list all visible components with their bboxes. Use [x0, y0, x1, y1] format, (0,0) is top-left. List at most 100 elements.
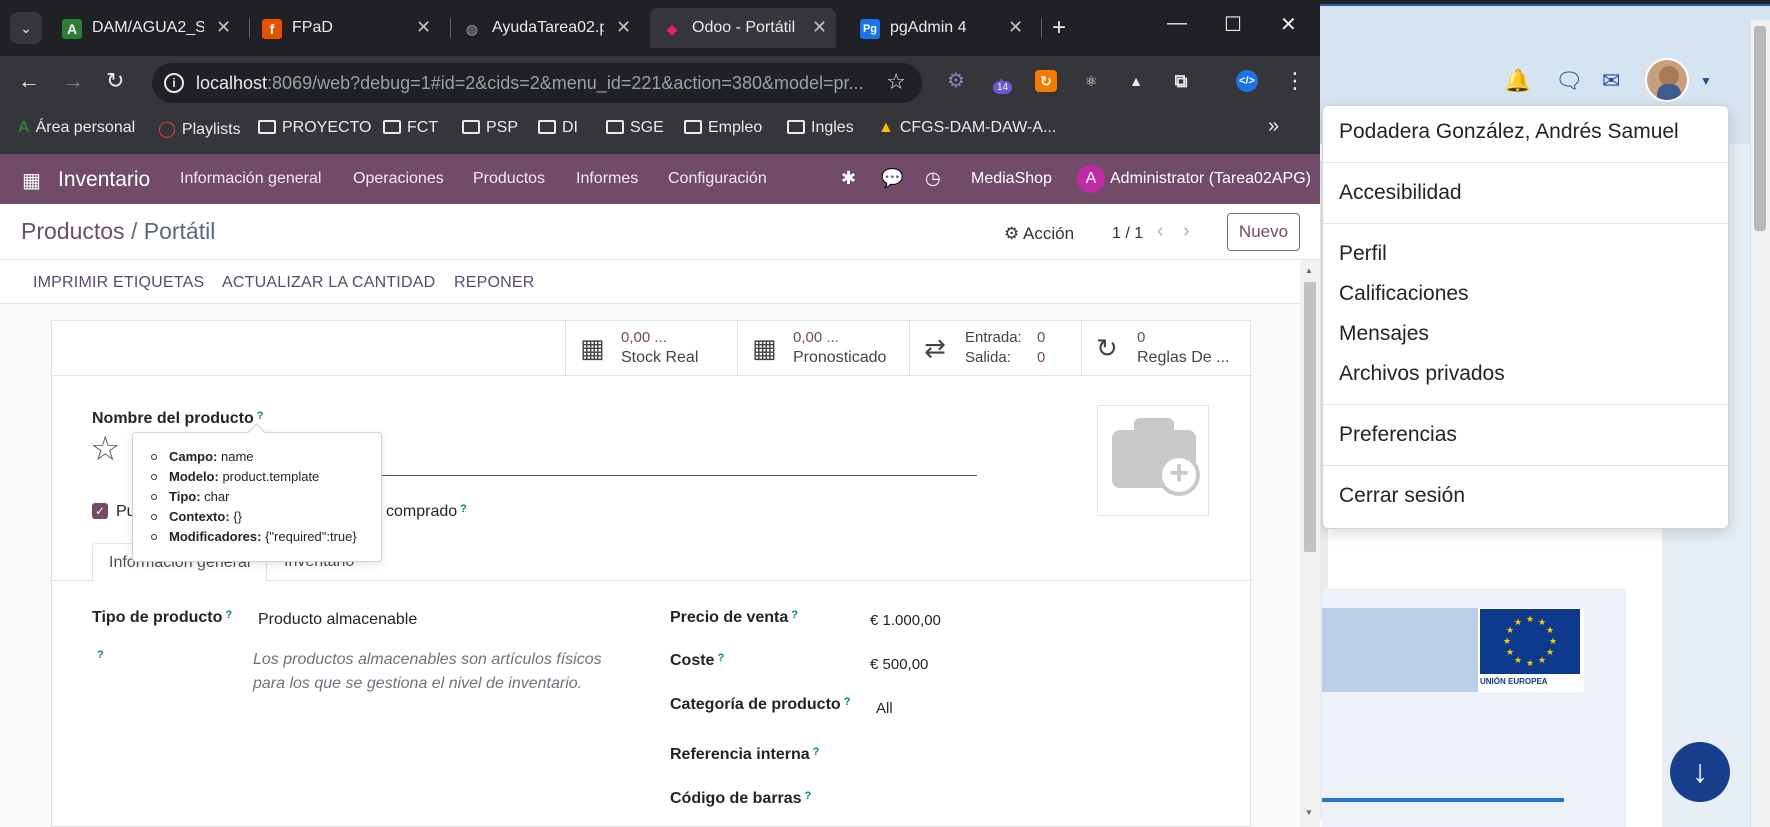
stat-button-in-out[interactable]: ⇄ Entrada: 0 Salida: 0	[909, 321, 1081, 375]
stat-button-on-hand[interactable]: ▦ 0,00 ... Stock Real	[565, 321, 737, 375]
puzzle-extensions-icon[interactable]: ⧉	[1170, 70, 1192, 92]
apps-grid-icon[interactable]: ▦	[22, 168, 41, 193]
back-icon[interactable]: ←	[18, 68, 40, 94]
maximize-icon[interactable]: ☐	[1224, 12, 1242, 37]
stat-button-reorder-rules[interactable]: ↻ 0 Reglas De ...	[1081, 321, 1252, 375]
help-icon[interactable]: ?	[805, 790, 812, 802]
scrollbar-thumb[interactable]	[1754, 26, 1766, 231]
stat-button-forecast[interactable]: ▦ 0,00 ... Pronosticado	[737, 321, 909, 375]
sale-price-field[interactable]: € 1.000,00	[870, 612, 941, 629]
pager-prev-icon[interactable]: ‹	[1157, 220, 1164, 243]
react-extension-icon[interactable]: ⚛	[1080, 70, 1102, 92]
menu-configuration[interactable]: Configuración	[668, 170, 767, 188]
bug-icon[interactable]: ✱	[841, 168, 856, 189]
more-icon[interactable]: ⋮	[1284, 68, 1306, 94]
minimize-icon[interactable]: —	[1167, 12, 1187, 35]
browser-tab[interactable]: A DAM/AGUA2_SG ✕	[50, 8, 250, 48]
info-icon[interactable]: i	[164, 73, 184, 93]
help-icon[interactable]: ?	[717, 652, 724, 664]
replenish-button[interactable]: REPONER	[454, 274, 535, 292]
user-menu[interactable]: Administrator (Tarea02APG)	[1110, 170, 1311, 188]
menu-general-info[interactable]: Información general	[180, 170, 321, 188]
close-icon[interactable]: ✕	[416, 17, 431, 38]
new-button[interactable]: Nuevo	[1227, 213, 1300, 251]
company-switcher[interactable]: MediaShop	[971, 170, 1052, 188]
new-tab-button[interactable]: +	[1052, 14, 1066, 42]
help-icon[interactable]: ?	[844, 696, 851, 708]
sync-extension-icon[interactable]: ↻	[1035, 70, 1057, 92]
page-scrollbar[interactable]: ▲ ▼	[1300, 260, 1320, 827]
close-window-icon[interactable]: ✕	[1280, 12, 1297, 37]
help-icon[interactable]: ?	[97, 649, 104, 661]
menu-products[interactable]: Productos	[473, 170, 545, 188]
help-icon[interactable]: ?	[225, 609, 232, 621]
menu-item-messages[interactable]: Mensajes	[1323, 314, 1728, 354]
menu-operations[interactable]: Operaciones	[353, 170, 444, 188]
pager-value[interactable]: 1 / 1	[1112, 225, 1143, 243]
help-icon[interactable]: ?	[813, 746, 820, 758]
bookmark-folder[interactable]: Empleo	[684, 119, 762, 137]
chevron-down-icon[interactable]: ▼	[1700, 74, 1712, 88]
bookmark-item[interactable]: A Área personal	[18, 119, 135, 137]
sale-ok-checkbox[interactable]: ✓	[92, 503, 108, 519]
scrollbar-thumb[interactable]	[1304, 282, 1316, 552]
update-quantity-button[interactable]: ACTUALIZAR LA CANTIDAD	[222, 274, 435, 292]
close-icon[interactable]: ✕	[616, 17, 631, 38]
menu-item-accessibility[interactable]: Accesibilidad	[1323, 173, 1728, 213]
help-icon[interactable]: ?	[257, 410, 264, 422]
menu-item-profile[interactable]: Perfil	[1323, 234, 1728, 274]
cost-field[interactable]: € 500,00	[870, 656, 928, 673]
gear-extension-icon[interactable]: ⚙	[945, 70, 967, 92]
help-icon[interactable]: ?	[791, 609, 798, 621]
close-icon[interactable]: ✕	[812, 17, 827, 38]
devtools-extension-icon[interactable]: </>	[1236, 70, 1258, 92]
product-type-select[interactable]: Producto almacenable	[258, 611, 417, 629]
action-button[interactable]: ⚙ Acción	[1004, 224, 1074, 244]
browser-tab-active[interactable]: ◆ Odoo - Portátil ✕	[650, 8, 836, 48]
bookmark-folder[interactable]: SGE	[606, 119, 664, 137]
scroll-down-button[interactable]: ↓	[1670, 742, 1730, 802]
bookmark-item[interactable]: ◯ Playlists	[158, 119, 241, 139]
user-avatar[interactable]: A	[1077, 165, 1105, 193]
address-bar[interactable]: i localhost:8069/web?debug=1#id=2&cids=2…	[152, 63, 922, 103]
browser-tab[interactable]: f FPaD ✕	[250, 8, 450, 48]
tab-search-button[interactable]: ⌄	[10, 12, 42, 44]
help-icon[interactable]: ?	[460, 503, 467, 515]
bookmark-folder[interactable]: PSP	[462, 119, 518, 137]
close-icon[interactable]: ✕	[1008, 17, 1023, 38]
menu-item-ratings[interactable]: Calificaciones	[1323, 274, 1728, 314]
forward-icon[interactable]: →	[62, 68, 84, 94]
bookmark-star-icon[interactable]: ☆	[886, 69, 906, 95]
angular-extension-icon[interactable]: ▲	[1125, 70, 1147, 92]
chat-icon[interactable]: 🗨	[1555, 68, 1583, 94]
clock-icon[interactable]: ◷	[925, 168, 941, 189]
print-labels-button[interactable]: IMPRIMIR ETIQUETAS	[33, 274, 204, 292]
browser-tab[interactable]: Pg pgAdmin 4 ✕	[848, 8, 1038, 48]
favorite-star-icon[interactable]: ☆	[90, 429, 120, 469]
scroll-down-icon[interactable]: ▼	[1305, 808, 1313, 817]
breadcrumb-products[interactable]: Productos	[21, 218, 125, 244]
scroll-up-icon[interactable]: ▲	[1305, 266, 1313, 275]
bookmark-folder[interactable]: Ingles	[787, 119, 854, 137]
mail-icon[interactable]: ✉	[1602, 68, 1620, 94]
bell-icon[interactable]: 🔔	[1504, 68, 1531, 94]
more-bookmarks-button[interactable]: »	[1268, 115, 1279, 138]
product-image-upload[interactable]: +	[1097, 405, 1209, 516]
menu-item-preferences[interactable]: Preferencias	[1323, 415, 1728, 455]
menu-item-logout[interactable]: Cerrar sesión	[1323, 476, 1728, 516]
product-category-field[interactable]: All	[876, 700, 893, 717]
url-text[interactable]: localhost:8069/web?debug=1#id=2&cids=2&m…	[196, 73, 866, 94]
app-name[interactable]: Inventario	[58, 168, 150, 192]
reload-icon[interactable]: ↻	[106, 68, 124, 94]
bookmark-folder[interactable]: DI	[538, 119, 578, 137]
menu-reports[interactable]: Informes	[576, 170, 638, 188]
bookmark-folder[interactable]: PROYECTO	[258, 119, 372, 137]
pager-next-icon[interactable]: ›	[1183, 220, 1190, 243]
close-icon[interactable]: ✕	[216, 17, 231, 38]
avatar[interactable]	[1645, 58, 1689, 102]
bookmark-folder[interactable]: FCT	[383, 119, 438, 137]
chat-icon[interactable]: 💬	[881, 168, 903, 189]
bookmark-item[interactable]: ▲ CFGS-DAM-DAW-A...	[878, 119, 1056, 137]
browser-tab[interactable]: ◍ AyudaTarea02.pd ✕	[450, 8, 650, 48]
menu-item-private-files[interactable]: Archivos privados	[1323, 354, 1728, 394]
